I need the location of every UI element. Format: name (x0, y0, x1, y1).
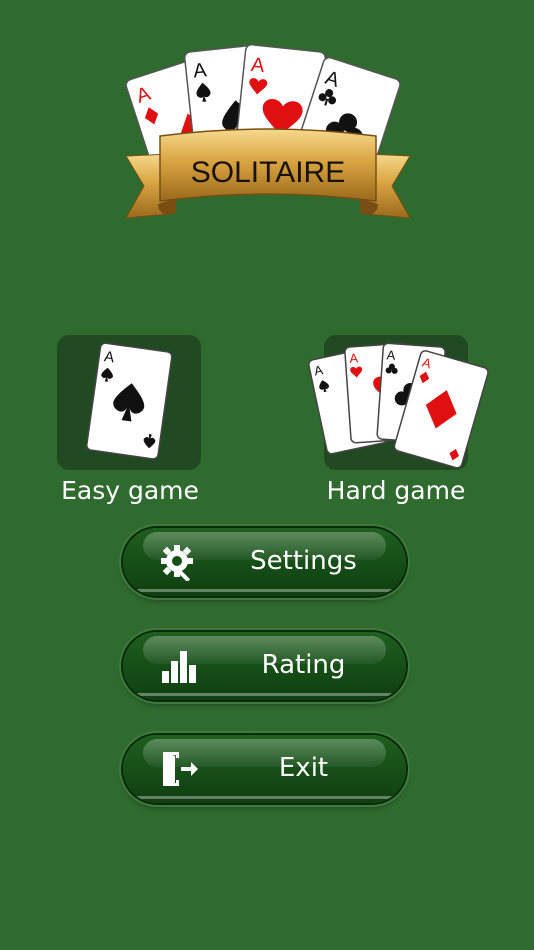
settings-label: Settings (250, 546, 357, 576)
easy-game-label[interactable]: Easy game (30, 476, 230, 505)
card-rank: A (349, 350, 359, 366)
gear-wrench-icon (161, 545, 193, 581)
exit-label: Exit (278, 753, 329, 783)
hard-game-button[interactable]: A A A A (308, 335, 489, 470)
hard-game-label[interactable]: Hard game (296, 476, 496, 505)
rating-label: Rating (261, 650, 346, 680)
single-ace-spades-icon: A (86, 342, 173, 460)
button-shine (137, 693, 392, 696)
settings-button[interactable]: Settings (123, 528, 406, 596)
card-fan-icon: A A A A (308, 342, 489, 469)
exit-door-icon (163, 752, 198, 786)
button-shine (137, 796, 392, 799)
rating-button[interactable]: Rating (123, 632, 406, 700)
bar-chart-icon (162, 651, 196, 683)
logo-title: SOLITAIRE (191, 156, 345, 189)
solitaire-logo: A A A A SOLITAIRE (125, 43, 411, 219)
card-rank: A (386, 347, 396, 363)
easy-game-button[interactable]: A (57, 335, 201, 470)
button-shine (137, 589, 392, 592)
exit-button[interactable]: Exit (123, 735, 406, 803)
